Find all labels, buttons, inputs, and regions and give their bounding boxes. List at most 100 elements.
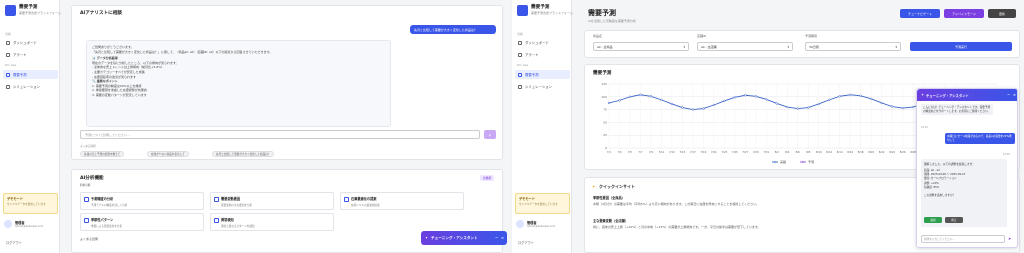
data-point — [838, 95, 841, 98]
tune-navigate-button[interactable]: チューナビゲート — [900, 9, 940, 18]
sidebar-item-forecast[interactable]: 需要予測 — [3, 70, 58, 79]
data-point — [712, 103, 716, 107]
minimize-icon[interactable]: − — [495, 236, 498, 240]
insight-2-title: 主な要素変動（全店舗） — [593, 219, 629, 223]
page-title: 需要予測 — [588, 9, 616, 17]
tile-accuracy[interactable]: 予測精度の分析 予測モデルの精度を詳しく分析 — [80, 192, 204, 210]
minimize-icon[interactable]: − — [1007, 93, 1010, 97]
data-point — [681, 106, 684, 109]
filter-label-period: 予測期間 — [805, 34, 818, 38]
x-tick-label: 7/9 — [649, 150, 654, 154]
data-point — [723, 99, 726, 103]
filter-label-product: 商品名 — [593, 34, 603, 38]
x-tick-label: 7/17 — [690, 150, 696, 154]
x-tick-label: 8/24 — [889, 150, 895, 154]
sidebar-item-dashboard[interactable]: ダッシュボード — [515, 38, 570, 47]
simulation-icon — [518, 84, 522, 89]
run-forecast-button[interactable]: 予測実行 — [910, 42, 1012, 51]
sidebar-section-2: Pro Use — [517, 63, 529, 67]
modify-button[interactable]: 修正 — [945, 217, 963, 223]
store-select[interactable]: all - 全店舗 ▾ — [697, 42, 793, 51]
data-point — [796, 107, 799, 110]
tile-anomaly[interactable]: 異常検知 通常と異なるパターンを検知 — [210, 213, 334, 231]
calendar-icon — [84, 218, 89, 223]
sidebar-section-2: Pro Use — [5, 63, 17, 67]
sidebar-item-alerts[interactable]: アラート — [515, 50, 570, 59]
sidebar-item-simulation[interactable]: シミュレーション — [515, 82, 570, 91]
user-info[interactable]: 管理者 admin@example.com — [4, 220, 43, 228]
data-point — [660, 98, 663, 102]
send-button[interactable]: ➤ — [484, 130, 496, 139]
chat-card: AIアナリストに相談 先月と比較して需要が大きく変化した商品は？ ご質問ありがと… — [71, 5, 503, 160]
y-tick-label: 50 — [603, 120, 607, 124]
demo-note: デモモード サンプルデータを使用しています — [515, 193, 570, 214]
user-info[interactable]: 管理者 admin@example.com — [516, 220, 555, 228]
chevron-down-icon: ▾ — [683, 44, 685, 49]
x-tick-label: 7/29 — [753, 150, 759, 154]
tuning-assistant-launcher[interactable]: ✦ チューニング・アシスタント − × — [421, 231, 507, 245]
data-point — [607, 101, 611, 105]
advice-mode-button[interactable]: アドバイスモード — [944, 9, 984, 18]
data-point — [849, 93, 852, 96]
sidebar-item-alerts[interactable]: アラート — [3, 50, 58, 59]
send-icon: ➤ — [488, 132, 492, 137]
apply-button[interactable]: 適用 — [924, 217, 942, 223]
y-tick-label: 100 — [601, 95, 607, 99]
logout-link[interactable]: ログアウト — [518, 240, 534, 245]
x-tick-label: 7/1 — [607, 150, 612, 154]
legend-label: 予測 — [808, 159, 814, 164]
send-icon[interactable]: ➤ — [1008, 236, 1011, 241]
sparkle-icon: ✦ — [921, 93, 925, 97]
data-point — [618, 99, 621, 102]
sidebar-item-dashboard[interactable]: ダッシュボード — [3, 38, 58, 47]
assistant-input[interactable]: 質問を入力してください... — [921, 235, 1005, 243]
chat-input[interactable]: 予測について質問してください... — [80, 130, 480, 139]
close-icon[interactable]: × — [501, 236, 504, 240]
tile-inventory[interactable]: 在庫最適化の提案 在庫レベルの最適化提案 — [340, 192, 464, 210]
sidebar-item-simulation[interactable]: シミュレーション — [3, 82, 58, 91]
y-tick-label: 0 — [605, 146, 607, 150]
x-tick-label: 8/4 — [785, 150, 790, 154]
app-logo — [5, 5, 16, 16]
sidebar-item-forecast[interactable]: 需要予測 — [515, 70, 570, 79]
data-point — [890, 105, 894, 108]
sidebar: 需要予測 需要予測支援プラットフォーム 分析 ダッシュボード アラート Pro … — [0, 0, 61, 253]
data-point — [649, 95, 653, 98]
data-point — [765, 98, 768, 101]
new-badge: 新機能 — [480, 175, 495, 181]
x-tick-label: 7/25 — [732, 150, 738, 154]
tile-seasonality[interactable]: 季節性パターン 季節による需要変化を分析 — [80, 213, 204, 231]
app-name: 需要予測 — [19, 5, 38, 10]
suggestion-chip[interactable]: 在庫が少ない商品を表示して — [147, 151, 189, 157]
tile-factors[interactable]: 需要変動要因 需要変動の主な要因を分析 — [210, 192, 334, 210]
assistant-reply: 理解しました。以下の調整を提案します： 商品: all - all 期間: 20… — [921, 159, 1007, 227]
data-point — [691, 108, 695, 111]
legend-marker — [801, 160, 805, 164]
demo-note: デモモード サンプルデータを使用しています — [3, 193, 58, 214]
logout-link[interactable]: ログアウト — [6, 240, 22, 245]
close-icon[interactable]: × — [1013, 93, 1016, 97]
x-tick-label: 8/22 — [879, 150, 885, 154]
x-tick-label: 7/13 — [669, 150, 675, 154]
sidebar: 需要予測 需要予測支援プラットフォーム 分析 ダッシュボード アラート Pro … — [512, 0, 573, 253]
x-tick-label: 8/14 — [837, 150, 843, 154]
refresh-button[interactable]: 更新 — [988, 9, 1016, 18]
data-point — [817, 102, 820, 106]
suggestion-chip[interactable]: 先月と比較して需要が大きく変化した商品は？ — [212, 151, 275, 157]
app-subtitle: 需要予測支援プラットフォーム — [19, 11, 61, 15]
simulation-icon — [6, 84, 10, 89]
data-point — [775, 102, 778, 105]
product-select[interactable]: all - 全商品 ▾ — [593, 42, 689, 51]
x-tick-label: 8/26 — [900, 150, 906, 154]
filter-label-store: 店舗ID — [697, 34, 707, 38]
assistant-greeting: こんにちは！チューニング・アシスタントです。需要予測の精度向上をサポートします。… — [921, 104, 993, 116]
x-tick-label: 7/19 — [700, 150, 706, 154]
app-name: 需要予測 — [531, 5, 550, 10]
x-tick-label: 7/5 — [628, 150, 633, 154]
period-select[interactable]: 30日間 ▾ — [805, 42, 901, 51]
filter-card: 商品名 all - 全商品 ▾ 店舗ID all - 全店舗 ▾ 予測期間 30日間… — [584, 30, 1020, 58]
x-tick-label: 8/20 — [868, 150, 874, 154]
data-point — [754, 95, 757, 98]
screen-chat: 需要予測 需要予測支援プラットフォーム 分析 ダッシュボード アラート Pro … — [0, 0, 510, 253]
suggestion-chip[interactable]: 先週の売上予測の結果を教えて — [80, 151, 125, 157]
